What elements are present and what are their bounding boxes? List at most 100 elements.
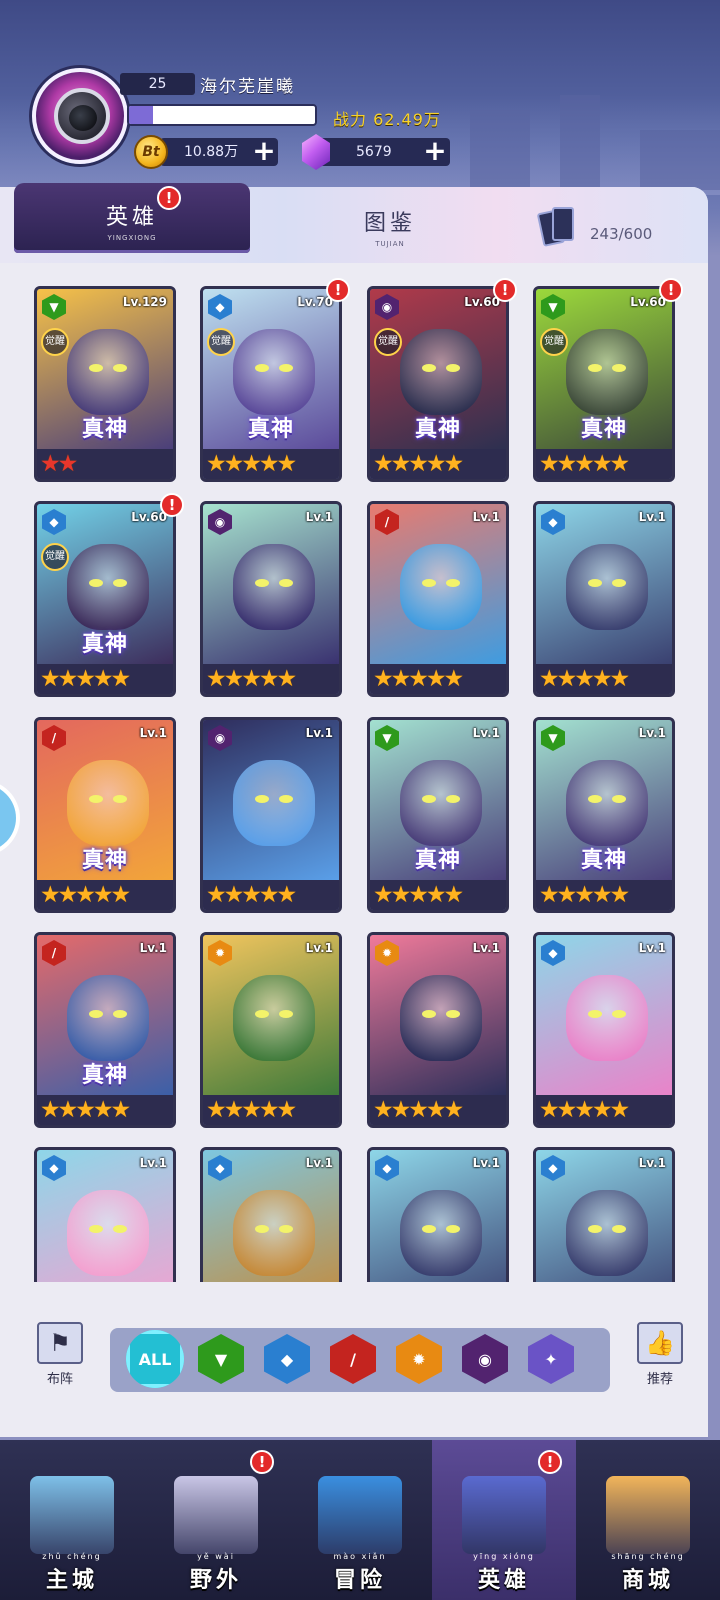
collection-cards-icon[interactable] bbox=[536, 205, 576, 249]
hero-card[interactable]: ▼ Lv.1 真神 ★★★★★ bbox=[533, 717, 675, 913]
hero-eye bbox=[113, 795, 127, 803]
tab-codex[interactable]: 图鉴 TUJIAN bbox=[300, 197, 480, 253]
hero-eye bbox=[113, 364, 127, 372]
hero-figure bbox=[400, 975, 482, 1061]
hero-alert-badge: ! bbox=[659, 278, 683, 302]
hero-card[interactable]: ▼ Lv.129 觉醒 真神 ★★ bbox=[34, 286, 176, 482]
hero-card[interactable]: ◆ Lv.1 ★★★★★ bbox=[533, 501, 675, 697]
hero-stars: ★★★★★ bbox=[370, 880, 506, 910]
true-god-mark: 真神 bbox=[81, 848, 128, 873]
exp-bar bbox=[127, 104, 317, 126]
gem-amount: 5679 bbox=[356, 144, 392, 160]
collection-count: 243/600 bbox=[590, 225, 653, 243]
true-god-mark: 真神 bbox=[580, 848, 627, 873]
hero-card[interactable]: ◆ Lv.1 bbox=[367, 1147, 509, 1282]
hero-eye bbox=[279, 1010, 293, 1018]
hero-eye bbox=[446, 795, 460, 803]
formation-label: 布阵 bbox=[46, 1372, 73, 1387]
hero-figure bbox=[400, 1190, 482, 1276]
hero-card[interactable]: ◆ Lv.1 bbox=[533, 1147, 675, 1282]
nav-tab[interactable]: yě wài 野外! bbox=[144, 1440, 288, 1600]
hero-card[interactable]: ◉ Lv.1 ★★★★★ bbox=[200, 501, 342, 697]
nav-tab-pinyin: mào xiǎn bbox=[333, 1552, 387, 1561]
hero-level: Lv.1 bbox=[638, 726, 666, 740]
hero-stars: ★★★★★ bbox=[536, 664, 672, 694]
nav-tab-pinyin: yě wài bbox=[197, 1552, 235, 1561]
add-coins-button[interactable]: + bbox=[251, 137, 277, 165]
add-gems-button[interactable]: + bbox=[422, 137, 448, 165]
background-building bbox=[560, 95, 600, 190]
nav-tab[interactable]: mào xiǎn 冒险 bbox=[288, 1440, 432, 1600]
hero-level: Lv.1 bbox=[139, 941, 167, 955]
awaken-badge: 觉醒 bbox=[207, 328, 235, 356]
nav-tab-icon bbox=[318, 1476, 402, 1554]
hero-card[interactable]: ◆ Lv.1 ★★★★★ bbox=[533, 932, 675, 1128]
hero-stars: ★★ bbox=[37, 449, 173, 479]
hero-level: Lv.1 bbox=[305, 726, 333, 740]
hero-card[interactable]: ◆ Lv.70 觉醒 真神 ★★★★★ bbox=[200, 286, 342, 482]
hero-card[interactable]: ✹ Lv.1 ★★★★★ bbox=[200, 932, 342, 1128]
nav-tab[interactable]: zhǔ chéng 主城 bbox=[0, 1440, 144, 1600]
hero-eye bbox=[612, 1010, 626, 1018]
hero-figure bbox=[233, 760, 315, 846]
hero-eye bbox=[422, 579, 436, 587]
hero-stars: ★★★★★ bbox=[203, 664, 339, 694]
hero-eye bbox=[422, 795, 436, 803]
awaken-badge: 觉醒 bbox=[41, 543, 69, 571]
hero-figure bbox=[67, 544, 149, 630]
hero-card[interactable]: ◆ Lv.1 bbox=[200, 1147, 342, 1282]
nav-tab-label: 野外 bbox=[189, 1568, 242, 1593]
hero-figure bbox=[400, 544, 482, 630]
hero-eye bbox=[279, 579, 293, 587]
hero-alert-badge: ! bbox=[493, 278, 517, 302]
hero-eye bbox=[255, 795, 269, 803]
hero-card[interactable]: / Lv.1 ★★★★★ bbox=[367, 501, 509, 697]
hero-card[interactable]: ◉ Lv.1 ★★★★★ bbox=[200, 717, 342, 913]
hero-card[interactable]: ✹ Lv.1 ★★★★★ bbox=[367, 932, 509, 1128]
hero-eye bbox=[446, 1010, 460, 1018]
hero-card[interactable]: ▼ Lv.60 觉醒 真神 ★★★★★ bbox=[533, 286, 675, 482]
hero-figure bbox=[566, 975, 648, 1061]
hero-figure bbox=[400, 760, 482, 846]
tab-codex-label: 图鉴 bbox=[363, 211, 416, 236]
hero-eye bbox=[113, 1010, 127, 1018]
nav-tab-pinyin: shāng chéng bbox=[611, 1552, 685, 1561]
hero-card[interactable]: / Lv.1 真神 ★★★★★ bbox=[34, 932, 176, 1128]
avatar-visor bbox=[69, 105, 97, 131]
nav-tab-icon bbox=[606, 1476, 690, 1554]
recommend-button[interactable]: 👍 推荐 bbox=[630, 1322, 690, 1392]
hero-stars: ★★★★★ bbox=[37, 664, 173, 694]
hero-eye bbox=[89, 1225, 103, 1233]
player-avatar[interactable] bbox=[32, 68, 128, 164]
hero-card[interactable]: ◆ Lv.60 觉醒 真神 ★★★★★ bbox=[34, 501, 176, 697]
tab-heroes-alert-badge: ! bbox=[157, 186, 181, 210]
tab-heroes[interactable]: 英雄 YINGXIONG bbox=[14, 183, 250, 253]
formation-button[interactable]: ⚑ 布阵 bbox=[30, 1322, 90, 1392]
filter-all-icon[interactable]: ALL bbox=[126, 1330, 184, 1388]
hero-card[interactable]: / Lv.1 真神 ★★★★★ bbox=[34, 717, 176, 913]
hero-eye bbox=[612, 364, 626, 372]
true-god-mark: 真神 bbox=[580, 417, 627, 442]
hero-card[interactable]: ◆ Lv.1 bbox=[34, 1147, 176, 1282]
nav-tab[interactable]: yīng xióng 英雄! bbox=[432, 1440, 576, 1600]
hero-eye bbox=[279, 364, 293, 372]
nav-tab[interactable]: shāng chéng 商城 bbox=[576, 1440, 720, 1600]
player-name: 海尔芜崖曦 bbox=[200, 77, 295, 97]
hero-alert-badge: ! bbox=[160, 493, 184, 517]
hero-eye bbox=[588, 1010, 602, 1018]
hero-alert-badge: ! bbox=[326, 278, 350, 302]
hero-eye bbox=[255, 364, 269, 372]
hero-eye bbox=[588, 364, 602, 372]
nav-tab-label: 英雄 bbox=[477, 1568, 530, 1593]
hero-eye bbox=[89, 364, 103, 372]
hero-eye bbox=[89, 1010, 103, 1018]
hero-card[interactable]: ◉ Lv.60 觉醒 真神 ★★★★★ bbox=[367, 286, 509, 482]
combat-power-label: 战力 bbox=[333, 110, 368, 129]
hero-card[interactable]: ▼ Lv.1 真神 ★★★★★ bbox=[367, 717, 509, 913]
awaken-badge: 觉醒 bbox=[374, 328, 402, 356]
true-god-mark: 真神 bbox=[247, 417, 294, 442]
hero-level: Lv.1 bbox=[305, 1156, 333, 1170]
hero-eye bbox=[612, 795, 626, 803]
hero-level: Lv.1 bbox=[472, 1156, 500, 1170]
hero-stars: ★★★★★ bbox=[370, 664, 506, 694]
